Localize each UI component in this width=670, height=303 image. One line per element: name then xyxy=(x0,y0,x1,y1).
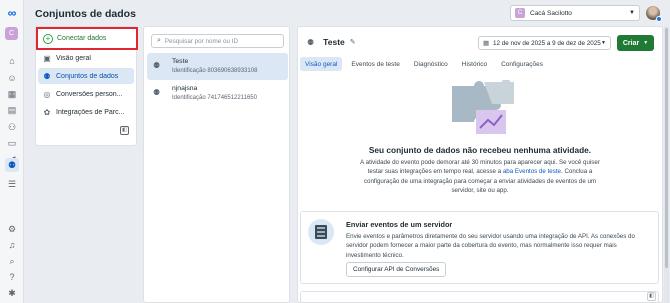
chevron-down-icon: ▼ xyxy=(601,40,606,46)
create-label: Criar xyxy=(622,39,640,47)
create-button[interactable]: Criar ▼ xyxy=(617,35,654,51)
list-item[interactable]: ⚉ njnajsna Identificação 741746512211650 xyxy=(147,80,288,107)
server-events-card: Enviar eventos de um servidor Envie even… xyxy=(300,211,659,284)
search-input[interactable]: ⌕ Pesquisar por nome ou ID xyxy=(151,34,284,48)
empty-state-illustration xyxy=(452,80,514,134)
scrollbar[interactable] xyxy=(664,26,669,303)
left-rail: ∞ C ⌂ ☺ ▦ ▤ ⚇ ▭ ◀ ⚉ ☰ ⚙ ♫ ⌕ ? ✱ xyxy=(0,0,24,303)
tab-settings[interactable]: Configurações xyxy=(496,57,548,71)
dataset-list-panel: ⌕ Pesquisar por nome ou ID ⚉ Teste Ident… xyxy=(143,26,290,303)
bug-icon[interactable]: ✱ xyxy=(6,287,18,299)
search-icon[interactable]: ⌕ xyxy=(6,255,18,267)
test-events-link[interactable]: aba Eventos de teste xyxy=(503,168,561,175)
date-range-picker[interactable]: ▦ 12 de nov de 2025 a 9 de dez de 2025 ▼ xyxy=(478,36,611,50)
catalog-icon[interactable]: ▤ xyxy=(6,104,18,116)
settings-icon[interactable]: ⚙ xyxy=(6,223,18,235)
calendar-icon: ▦ xyxy=(483,39,489,47)
date-range-text: 12 de nov de 2025 a 9 de dez de 2025 xyxy=(492,39,601,47)
dataset-detail-panel: ⚉ Teste ✎ ▦ 12 de nov de 2025 a 9 de dez… xyxy=(297,26,663,303)
sidebar-nav: + Conectar dados ▣ Visão geral ⚉ Conjunt… xyxy=(35,26,138,146)
dataset-icon: ⚉ xyxy=(153,88,161,97)
table-icon[interactable]: ▦ xyxy=(6,88,18,100)
tab-history[interactable]: Histórico xyxy=(457,57,492,71)
connect-data-button[interactable]: + Conectar dados xyxy=(36,27,138,50)
tab-bar: Visão geral Eventos de teste Diagnóstico… xyxy=(298,57,662,71)
account-name: Cacá Sacilotto xyxy=(530,9,572,17)
chevron-down-icon: ▼ xyxy=(629,10,635,16)
dataset-icon: ⚉ xyxy=(307,37,315,47)
custom-conversions-icon: ◎ xyxy=(43,89,51,99)
page-title: Conjuntos de dados xyxy=(35,8,136,20)
sidebar-item-custom-conversions[interactable]: ◎ Conversões person... xyxy=(38,86,134,102)
sidebar-item-label: Conversões person... xyxy=(56,90,123,98)
sidebar-item-overview[interactable]: ▣ Visão geral xyxy=(38,50,134,66)
chevron-down-icon: ▼ xyxy=(643,40,649,46)
audience-icon[interactable]: ⚇ xyxy=(6,121,18,133)
bell-icon[interactable]: ♫ xyxy=(6,239,18,251)
dataset-name: njnajsna xyxy=(172,85,198,92)
next-card xyxy=(300,291,659,303)
collapse-sidebar-icon[interactable]: ◧ xyxy=(120,126,129,135)
account-selector[interactable]: C Cacá Sacilotto ▼ xyxy=(510,5,640,21)
smiley-icon[interactable]: ☺ xyxy=(6,72,18,84)
list-item[interactable]: ⚉ Teste Identificação 803690638933108 xyxy=(147,53,288,80)
card-body: Envie eventos e parâmetros diretamente d… xyxy=(346,233,635,259)
sidebar-item-label: Visão geral xyxy=(56,54,91,62)
sidebar-item-label: Integrações de Parc... xyxy=(56,108,125,116)
empty-state-title: Seu conjunto de dados não recebeu nenhum… xyxy=(368,145,592,155)
account-avatar: C xyxy=(515,8,525,18)
app-switcher[interactable]: C xyxy=(5,27,18,40)
dataset-id: Identificação 803690638933108 xyxy=(172,68,258,74)
sidebar-item-partner-integrations[interactable]: ✿ Integrações de Parc... xyxy=(38,104,134,120)
connect-data-label: Conectar dados xyxy=(57,35,107,42)
edit-pencil-icon[interactable]: ✎ xyxy=(350,38,356,46)
home-icon[interactable]: ⌂ xyxy=(6,55,18,67)
tab-diagnostics[interactable]: Diagnóstico xyxy=(409,57,453,71)
scrollbar-thumb[interactable] xyxy=(665,28,668,268)
sidebar-item-label: Conjuntos de dados xyxy=(56,72,119,80)
profile-avatar[interactable] xyxy=(646,6,662,22)
menu-icon[interactable]: ☰ xyxy=(6,178,18,190)
dataset-header: ⚉ Teste ✎ xyxy=(307,37,356,47)
overview-icon: ▣ xyxy=(43,53,51,63)
card-title: Enviar eventos de um servidor xyxy=(346,220,453,229)
expand-icon[interactable]: ◧ xyxy=(647,292,656,301)
dataset-id: Identificação 741746512211650 xyxy=(172,95,257,101)
plus-icon: + xyxy=(43,33,53,44)
events-manager-icon[interactable]: ⚉ xyxy=(5,158,19,172)
facebook-badge-icon xyxy=(656,16,662,22)
sidebar-item-datasets[interactable]: ⚉ Conjuntos de dados xyxy=(38,68,134,84)
card-icon[interactable]: ▭ xyxy=(6,137,18,149)
search-icon: ⌕ xyxy=(157,37,161,44)
search-placeholder: Pesquisar por nome ou ID xyxy=(164,37,239,45)
dataset-title: Teste xyxy=(323,37,345,47)
partner-integrations-icon: ✿ xyxy=(43,107,51,117)
tab-overview[interactable]: Visão geral xyxy=(300,57,343,71)
help-icon[interactable]: ? xyxy=(6,271,18,283)
datasets-icon: ⚉ xyxy=(43,71,51,81)
server-icon xyxy=(308,219,334,245)
dataset-name: Teste xyxy=(172,58,189,65)
tab-test-events[interactable]: Eventos de teste xyxy=(346,57,404,71)
configure-conversions-api-button[interactable]: Configurar API de Conversões xyxy=(346,262,447,277)
empty-state-body: A atividade do evento pode demorar até 3… xyxy=(352,158,608,195)
meta-logo-icon[interactable]: ∞ xyxy=(4,6,20,20)
dataset-icon: ⚉ xyxy=(153,61,161,70)
